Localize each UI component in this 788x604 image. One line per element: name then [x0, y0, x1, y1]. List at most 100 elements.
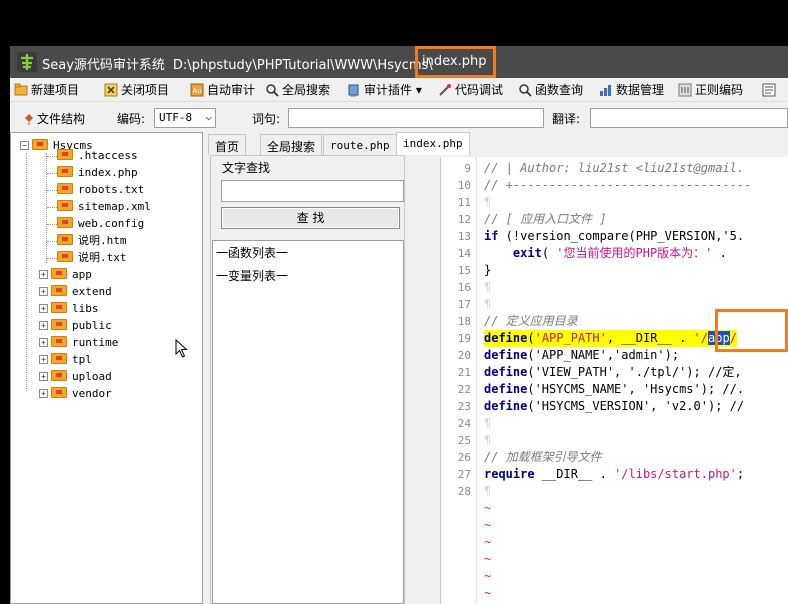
- translate-input[interactable]: [590, 108, 788, 128]
- line-number: 12: [457, 213, 471, 226]
- more-toolbar-icon[interactable]: [762, 81, 779, 99]
- function-list-header[interactable]: 一函数列表一: [216, 244, 288, 261]
- title-file-name: index.php: [422, 54, 487, 69]
- function-query-icon: [519, 84, 532, 97]
- tree-folder-app[interactable]: + app: [39, 267, 92, 283]
- expand-icon[interactable]: +: [39, 321, 48, 330]
- tree-file-readme-txt[interactable]: 说明.txt: [57, 250, 127, 266]
- line-number: 15: [457, 264, 471, 277]
- line-number: 19: [457, 332, 471, 345]
- expand-icon[interactable]: +: [39, 389, 48, 398]
- tree-file-robots-txt[interactable]: robots.txt: [57, 182, 144, 198]
- tree-file-htaccess[interactable]: .htaccess: [57, 148, 138, 164]
- expand-icon[interactable]: +: [39, 304, 48, 313]
- empty-line-marker: ~: [484, 552, 492, 566]
- tree-folder-upload[interactable]: + upload: [39, 369, 112, 385]
- code-line-26: // 加载框架引导文件: [484, 450, 602, 464]
- close-project-button[interactable]: 关闭项目: [104, 81, 169, 99]
- line-number: 24: [457, 417, 471, 430]
- code-line-19: define('APP_PATH', __DIR__ . '/app/: [484, 330, 737, 347]
- collapse-icon[interactable]: −: [20, 141, 29, 150]
- tree-folder-runtime[interactable]: + runtime: [39, 335, 118, 351]
- global-search-button[interactable]: 全局搜索: [265, 81, 330, 99]
- function-query-button[interactable]: 函数查询: [518, 81, 583, 99]
- tree-folder-vendor[interactable]: + vendor: [39, 386, 112, 402]
- file-icon: [57, 234, 73, 245]
- expand-icon[interactable]: +: [39, 287, 48, 296]
- regex-encode-button[interactable]: 正则编码: [678, 81, 743, 99]
- code-line-28: ¶: [484, 484, 492, 498]
- variable-list-header[interactable]: 一变量列表一: [216, 267, 288, 284]
- window-title: Seay源代码审计系统 D:\phpstudy\PHPTutorial\WWW\H…: [42, 54, 433, 73]
- tree-folder-extend[interactable]: + extend: [39, 284, 112, 300]
- file-tree: − Hsycms .htaccess index.php robots.txt s…: [10, 132, 203, 604]
- empty-line-marker: ~: [484, 535, 492, 549]
- code-line-17: ¶: [484, 297, 492, 311]
- find-button[interactable]: 查 找: [221, 207, 400, 229]
- line-number: 20: [457, 349, 471, 362]
- translate-label: 翻译:: [552, 112, 581, 126]
- tree-file-readme-htm[interactable]: 说明.htm: [57, 233, 127, 249]
- tab-index-php[interactable]: index.php: [396, 132, 470, 155]
- chevron-down-icon: ⌵: [205, 110, 212, 123]
- line-number: 22: [457, 383, 471, 396]
- code-line-21: define('VIEW_PATH', './tpl/'); //定,: [484, 365, 742, 379]
- code-highlight-annotation: [715, 309, 788, 352]
- line-number: 23: [457, 400, 471, 413]
- folder-icon: [51, 336, 67, 347]
- tree-file-index-php[interactable]: index.php: [57, 165, 138, 181]
- tree-file-sitemap-xml[interactable]: sitemap.xml: [57, 199, 151, 215]
- text-search-panel: 文字查找 查 找 一函数列表一 一变量列表一: [210, 155, 405, 604]
- tree-folder-libs[interactable]: + libs: [39, 301, 99, 317]
- new-project-button[interactable]: 新建项目: [14, 81, 79, 99]
- line-number-gutter: 9 10 11 12 13 14 15 16 17 18 19 20 21 22…: [441, 157, 477, 604]
- tree-folder-public[interactable]: + public: [39, 318, 112, 334]
- expand-icon[interactable]: +: [39, 355, 48, 364]
- tree-guide-line: [26, 153, 27, 391]
- query-input[interactable]: [288, 108, 544, 128]
- search-row: 文件结构 编码: UTF-8 ⌵ 词句: 翻译:: [10, 103, 788, 131]
- empty-line-marker: ~: [484, 586, 492, 600]
- folder-icon: [51, 370, 67, 381]
- data-manage-icon: [600, 85, 611, 96]
- encoding-select[interactable]: UTF-8 ⌵: [154, 108, 216, 128]
- file-structure-label[interactable]: 文件结构: [23, 110, 85, 127]
- empty-line-marker: ~: [484, 501, 492, 515]
- global-search-icon: [266, 84, 279, 97]
- close-project-icon: [104, 83, 118, 97]
- file-icon: [57, 166, 73, 177]
- toolbar: 新建项目 关闭项目 Au 自动审计 全局搜索 审计插件 ▾ 代码调试 函数查询 数…: [10, 78, 788, 102]
- expand-icon[interactable]: +: [39, 270, 48, 279]
- expand-icon[interactable]: +: [39, 372, 48, 381]
- data-manage-button[interactable]: 数据管理: [599, 81, 664, 99]
- audit-plugin-button[interactable]: 审计插件 ▾: [347, 81, 422, 99]
- code-debug-button[interactable]: 代码调试: [438, 81, 503, 99]
- file-icon: [57, 149, 73, 160]
- line-number: 14: [457, 247, 471, 260]
- empty-line-marker: ~: [484, 569, 492, 583]
- tab-global-search[interactable]: 全局搜索: [260, 134, 323, 155]
- code-line-25: ¶: [484, 433, 492, 447]
- line-number: 17: [457, 298, 471, 311]
- file-icon: [57, 217, 73, 228]
- text-search-input[interactable]: [221, 180, 404, 202]
- tree-structure-icon: [25, 114, 33, 125]
- tree-file-web-config[interactable]: web.config: [57, 216, 144, 232]
- folder-icon: [51, 302, 67, 313]
- code-line-22: define('HSYCMS_NAME', 'Hsycms'); //.: [484, 382, 745, 396]
- line-number: 21: [457, 366, 471, 379]
- folder-icon: [51, 319, 67, 330]
- code-editor[interactable]: 9 10 11 12 13 14 15 16 17 18 19 20 21 22…: [440, 157, 788, 604]
- tree-folder-tpl[interactable]: + tpl: [39, 352, 92, 368]
- empty-line-marker: ~: [484, 518, 492, 532]
- auto-audit-button[interactable]: Au 自动审计: [190, 81, 255, 99]
- plugin-icon: [348, 84, 359, 97]
- line-number: 26: [457, 451, 471, 464]
- expand-icon[interactable]: +: [39, 338, 48, 347]
- code-line-20: define('APP_NAME','admin');: [484, 348, 680, 362]
- line-number: 9: [464, 162, 471, 175]
- text-search-title: 文字查找: [222, 161, 271, 175]
- code-line-15: }: [484, 263, 492, 277]
- tab-route-php[interactable]: route.php: [323, 134, 397, 155]
- tab-home[interactable]: 首页: [208, 134, 247, 155]
